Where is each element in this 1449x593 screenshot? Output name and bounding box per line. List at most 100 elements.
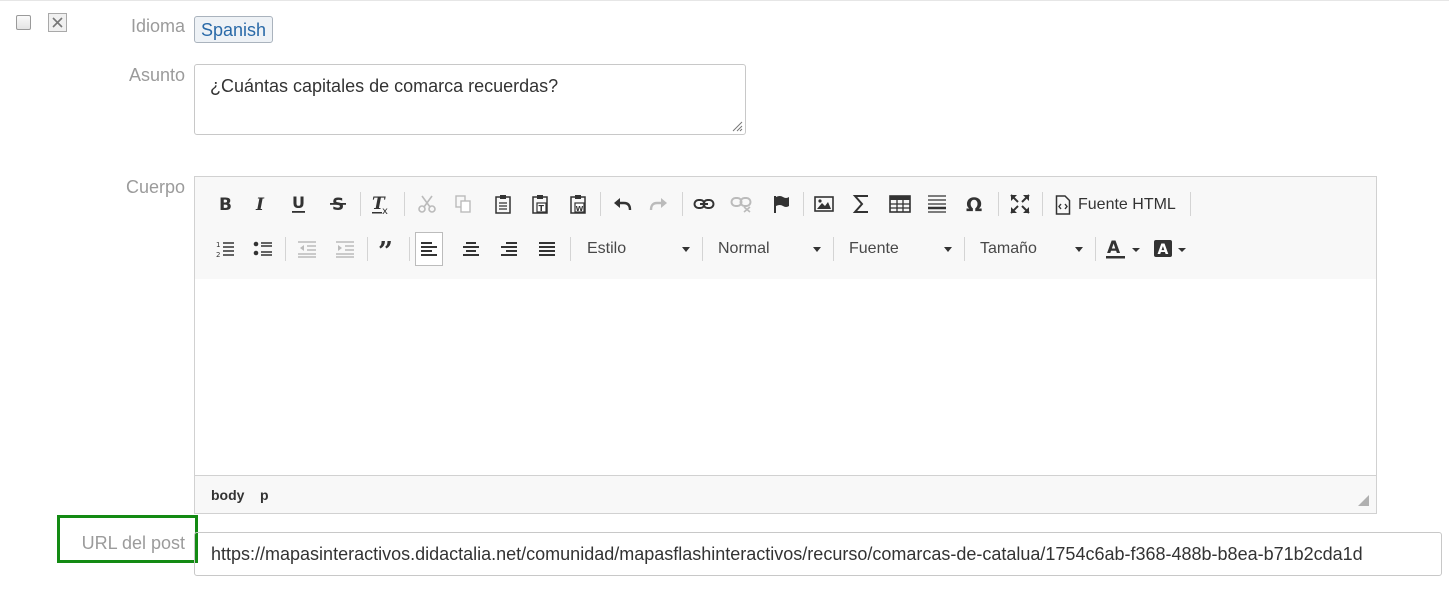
asunto-label: Asunto (128, 65, 185, 85)
maximize-icon (1010, 194, 1030, 214)
undo-button[interactable] (608, 190, 636, 218)
align-justify-icon (539, 242, 555, 256)
style-dropdown-value: Estilo (587, 240, 627, 257)
special-char-button[interactable]: Ω (962, 190, 990, 218)
align-right-icon (501, 242, 517, 256)
row-select-checkbox[interactable] (16, 15, 31, 30)
chevron-down-icon (1075, 247, 1083, 252)
toolbar-separator (404, 192, 405, 216)
path-body[interactable]: body (211, 487, 244, 503)
copy-icon (455, 195, 471, 213)
editor-content-area[interactable] (195, 279, 1376, 476)
svg-text:A: A (1158, 242, 1169, 258)
sigma-icon (852, 195, 868, 213)
toolbar-separator (803, 192, 804, 216)
subject-text: ¿Cuántas capitales de comarca recuerdas? (210, 76, 559, 96)
paste-word-button[interactable]: W (564, 190, 592, 218)
svg-text:A: A (1107, 238, 1121, 258)
toolbar-separator (600, 192, 601, 216)
paste-text-button[interactable]: T (526, 190, 554, 218)
justify-button[interactable] (533, 235, 561, 263)
flag-icon (774, 196, 789, 213)
toolbar-separator (1042, 192, 1043, 216)
editor-resize-icon[interactable] (1357, 494, 1370, 507)
svg-text:”: ” (378, 239, 393, 259)
style-dropdown[interactable]: Estilo (587, 236, 690, 262)
toolbar-separator (998, 192, 999, 216)
undo-icon (614, 198, 632, 211)
align-left-button[interactable] (415, 232, 443, 266)
svg-text:U: U (292, 194, 305, 212)
horizontal-rule-button[interactable] (923, 190, 951, 218)
toolbar-separator (964, 237, 965, 261)
strike-button[interactable]: S (324, 190, 352, 218)
cut-button[interactable] (413, 190, 441, 218)
language-badge[interactable]: Spanish (194, 16, 274, 43)
path-p[interactable]: p (260, 487, 269, 503)
text-color-icon: A (1106, 238, 1140, 259)
toolbar-separator (285, 237, 286, 261)
horizontal-rule-icon (928, 195, 946, 213)
subject-textarea[interactable]: ¿Cuántas capitales de comarca recuerdas? (194, 64, 746, 135)
italic-button[interactable]: I (247, 190, 275, 218)
align-center-icon (463, 242, 479, 256)
source-html-label: Fuente HTML (1078, 196, 1176, 213)
numbered-list-icon: 12 (216, 241, 234, 259)
outdent-button[interactable] (293, 235, 321, 263)
maximize-button[interactable] (1006, 190, 1034, 218)
copy-button[interactable] (449, 190, 477, 218)
source-html-button[interactable]: Fuente HTML (1055, 193, 1176, 217)
unlink-icon (730, 197, 752, 213)
link-icon (693, 199, 715, 209)
bold-button[interactable]: B (211, 190, 239, 218)
link-button[interactable] (690, 190, 718, 218)
paste-button[interactable] (489, 190, 517, 218)
url-input[interactable]: https://mapasinteractivos.didactalia.net… (194, 532, 1442, 576)
paste-text-icon: T (532, 195, 548, 214)
chevron-down-icon (682, 247, 690, 252)
delete-row-button[interactable] (48, 13, 67, 32)
url-label: URL del post (81, 533, 185, 553)
font-dropdown[interactable]: Fuente (849, 236, 952, 262)
cut-icon (418, 195, 436, 213)
anchor-button[interactable] (767, 190, 795, 218)
svg-text:x: x (382, 206, 388, 215)
image-icon (814, 196, 834, 212)
unlink-button[interactable] (727, 190, 755, 218)
image-button[interactable] (810, 190, 838, 218)
svg-text:2: 2 (216, 251, 220, 259)
bulleted-list-button[interactable] (249, 235, 277, 263)
toolbar-separator (702, 237, 703, 261)
svg-text:Ω: Ω (966, 194, 982, 214)
background-color-button[interactable]: A (1150, 235, 1188, 263)
math-button[interactable] (848, 190, 876, 218)
resize-grip-icon[interactable] (732, 121, 743, 132)
redo-button[interactable] (645, 190, 673, 218)
numbered-list-button[interactable]: 12 (211, 235, 239, 263)
blockquote-button[interactable]: ” (375, 235, 403, 263)
remove-format-button[interactable]: Tx (367, 190, 395, 218)
align-center-button[interactable] (457, 235, 485, 263)
source-document-icon (1055, 195, 1071, 215)
editor-statusbar: body p (195, 475, 1376, 513)
redo-icon (649, 198, 667, 211)
toolbar-separator (360, 192, 361, 216)
svg-text:T: T (539, 204, 545, 213)
size-dropdown[interactable]: Tamaño (980, 236, 1083, 262)
align-left-icon (421, 242, 437, 256)
svg-text:I: I (255, 195, 265, 213)
underline-button[interactable]: U (285, 190, 313, 218)
italic-icon: I (255, 195, 265, 213)
format-dropdown[interactable]: Normal (718, 236, 821, 262)
idioma-label: Idioma (130, 16, 185, 36)
chevron-down-icon (813, 247, 821, 252)
text-color-button[interactable]: A (1104, 235, 1142, 263)
table-button[interactable] (886, 190, 914, 218)
rich-text-editor: body p (194, 176, 1377, 514)
toolbar-separator (367, 237, 368, 261)
indent-button[interactable] (331, 235, 359, 263)
bold-icon: B (219, 195, 232, 213)
format-dropdown-value: Normal (718, 240, 770, 257)
svg-text:1: 1 (216, 241, 220, 249)
align-right-button[interactable] (495, 235, 523, 263)
